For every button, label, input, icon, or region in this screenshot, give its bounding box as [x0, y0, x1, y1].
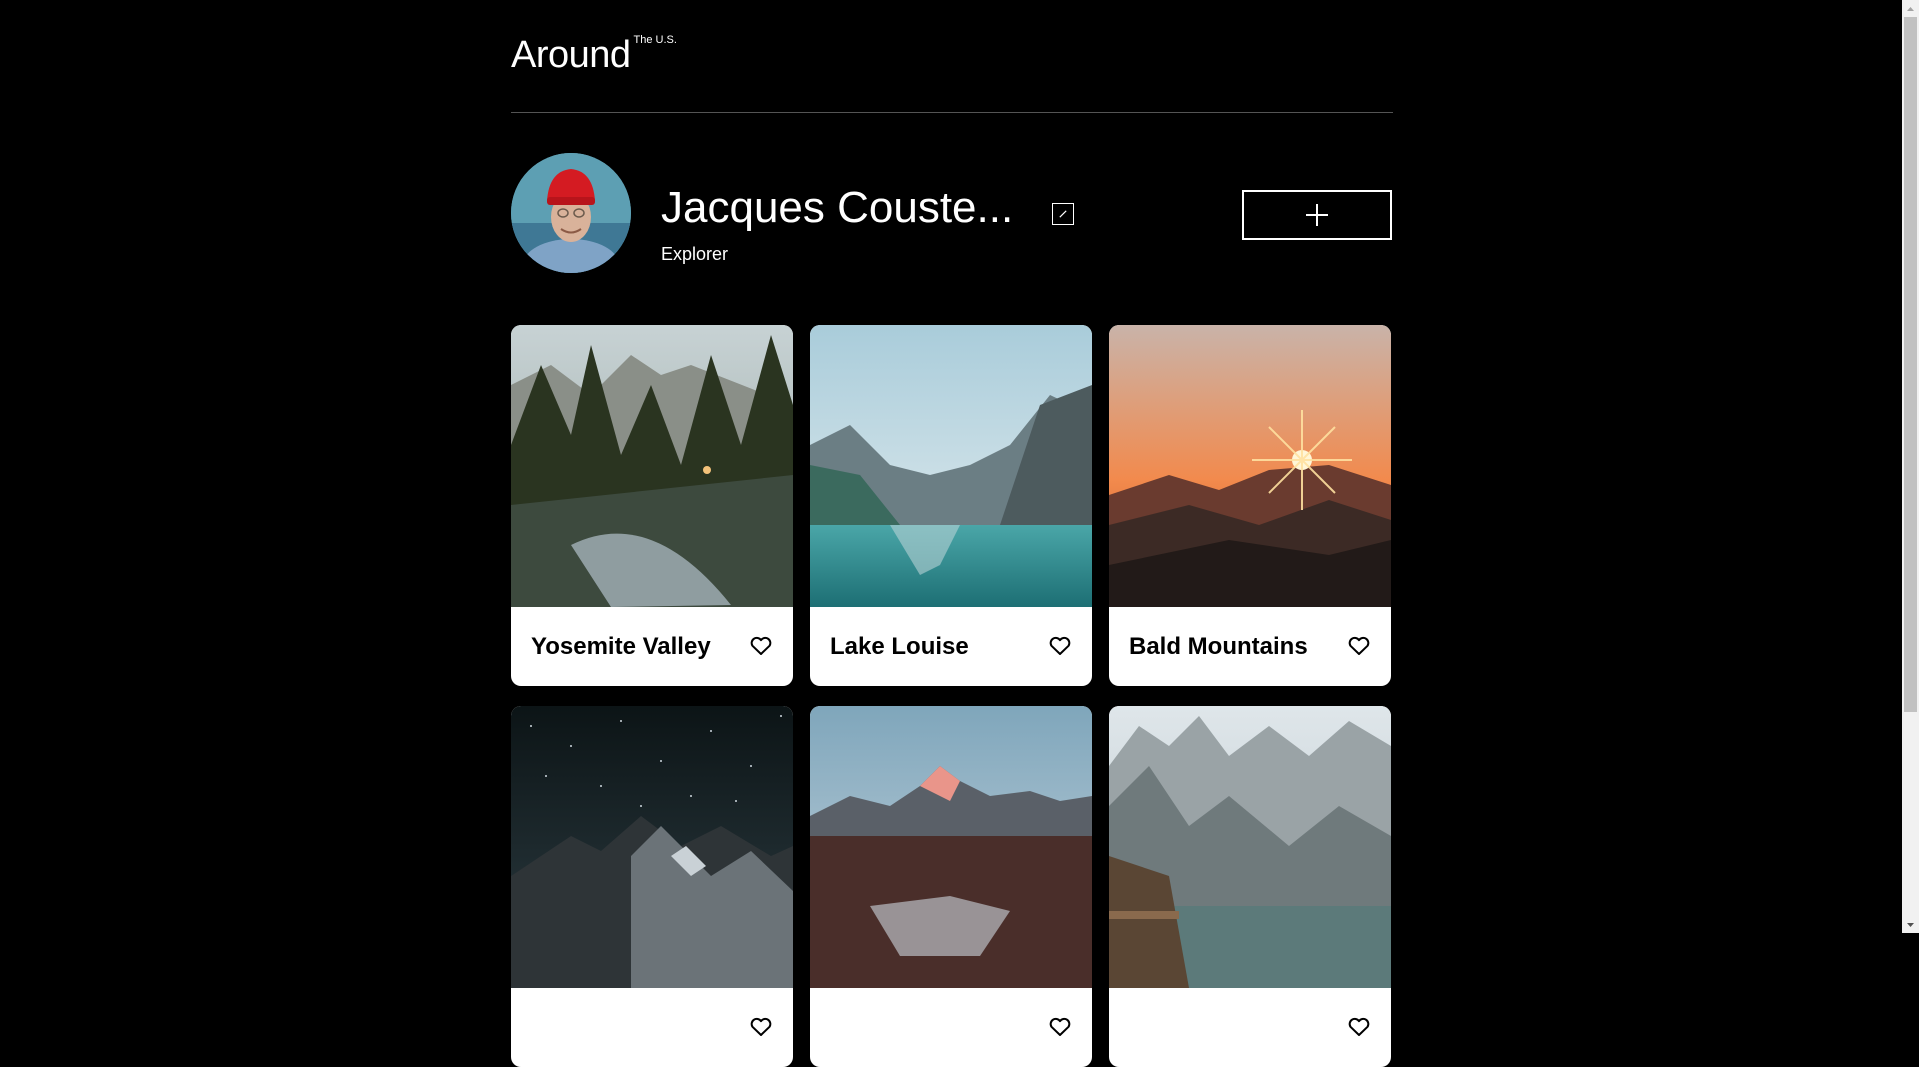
card-footer — [511, 988, 793, 1067]
card-footer — [810, 988, 1092, 1067]
like-button[interactable] — [1048, 636, 1072, 658]
scroll-up-button[interactable] — [1902, 0, 1919, 17]
profile: Jacques Couste... Explorer — [511, 113, 1393, 325]
card-footer: Lake Louise — [810, 607, 1092, 686]
like-button[interactable] — [1048, 1017, 1072, 1039]
add-place-button[interactable] — [1242, 190, 1392, 240]
edit-profile-button[interactable] — [1052, 203, 1074, 225]
heart-outline-icon — [1049, 1017, 1071, 1036]
logo-text: Around — [511, 34, 631, 76]
card-title: Lake Louise — [830, 632, 969, 660]
place-image-bald-mountains[interactable] — [1109, 325, 1391, 607]
vertical-scrollbar[interactable] — [1902, 0, 1919, 933]
place-image-yosemite[interactable] — [511, 325, 793, 607]
place-image-lake-louise[interactable] — [810, 325, 1092, 607]
like-button[interactable] — [1347, 636, 1371, 658]
profile-name: Jacques Couste... — [661, 183, 1014, 232]
avatar — [511, 153, 631, 273]
scroll-down-button[interactable] — [1902, 916, 1919, 933]
place-card: Bald Mountains — [1109, 325, 1391, 686]
heart-outline-icon — [1348, 636, 1370, 655]
places-grid: Yosemite Valley Lake Louise Bald Mountai… — [511, 325, 1393, 1067]
like-button[interactable] — [749, 1017, 773, 1039]
card-title: Bald Mountains — [1129, 632, 1308, 660]
profile-about: Explorer — [661, 244, 729, 264]
card-footer: Bald Mountains — [1109, 607, 1391, 686]
page: Around The U.S. Jacques Couste... Explor… — [511, 0, 1393, 1067]
card-title: Yosemite Valley — [531, 632, 711, 660]
like-button[interactable] — [749, 636, 773, 658]
place-image-alpine-lake[interactable] — [1109, 706, 1391, 988]
heart-outline-icon — [1348, 1017, 1370, 1036]
place-card — [810, 706, 1092, 1067]
place-image-night-mountains[interactable] — [511, 706, 793, 988]
heart-outline-icon — [750, 1017, 772, 1036]
heart-outline-icon — [750, 636, 772, 655]
place-image-mountain-lake[interactable] — [810, 706, 1092, 988]
place-card: Yosemite Valley — [511, 325, 793, 686]
plus-icon — [1306, 204, 1328, 226]
place-card: Lake Louise — [810, 325, 1092, 686]
logo: Around The U.S. — [511, 34, 677, 76]
card-footer: Yosemite Valley — [511, 607, 793, 686]
site-header: Around The U.S. — [511, 0, 1393, 113]
scrollbar-thumb[interactable] — [1904, 17, 1917, 712]
chevron-down-icon — [1907, 922, 1914, 927]
place-card — [511, 706, 793, 1067]
card-footer — [1109, 988, 1391, 1067]
place-card — [1109, 706, 1391, 1067]
chevron-up-icon — [1907, 6, 1914, 11]
pencil-icon — [1059, 210, 1067, 218]
heart-outline-icon — [1049, 636, 1071, 655]
logo-superscript: The U.S. — [633, 34, 677, 46]
like-button[interactable] — [1347, 1017, 1371, 1039]
